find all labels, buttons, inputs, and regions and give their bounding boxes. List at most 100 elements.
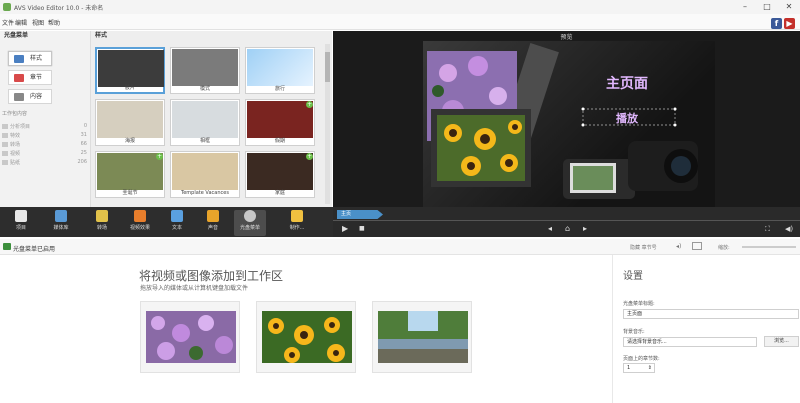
tree-item[interactable]: 分析项目 0 [2,123,88,131]
menu-edit[interactable]: 编辑 [15,18,27,27]
menu-view[interactable]: 视图 [32,18,44,27]
minimize-button[interactable]: – [740,2,750,12]
folder-icon [2,133,8,138]
timeline-track[interactable] [333,220,800,221]
disc-menu-status: 光盘菜单已启用 [13,246,56,253]
browse-button[interactable]: 浏览... [764,336,799,347]
tool-disc-menu[interactable]: 光盘菜单 [234,210,266,236]
disc-menu-bar: 光盘菜单已启用 隐藏 章节号 ◂) 缩放: [0,239,800,255]
style-thumb[interactable]: + 假期 [245,99,315,146]
bg-music-input[interactable]: 请选择背景音乐... [623,337,757,347]
preview-play-button[interactable]: 播放 [616,110,638,126]
style-thumb-label: 家庭 [274,190,285,196]
zoom-label: 缩放: [718,245,730,251]
style-thumb-image [247,49,313,86]
preview-main-title[interactable]: 主页面 [606,73,648,93]
tool-video-effects[interactable]: 视频效果 [127,210,153,236]
style-thumb[interactable]: 相框 [170,99,240,146]
style-thumb-label: 海报 [124,138,135,144]
tree-item[interactable]: 特效 31 [2,132,88,140]
style-thumb[interactable]: Template Vacances [170,151,240,198]
media-thumbnail-river [378,311,468,363]
app-icon [3,3,11,11]
tree-item[interactable]: 贴纸 206 [2,159,88,167]
close-button[interactable]: ✕ [784,2,794,12]
media-dropzone[interactable]: 将视频或图像添加到工作区 拖放导入的媒体或从计算机键盘加载文件 [0,255,611,403]
nav-content-label: 内容 [30,93,43,100]
nav-chapters-button[interactable]: 章节 [8,70,52,85]
tool-media-library[interactable]: 媒体库 [48,210,74,236]
style-thumb-image [172,101,238,138]
window-title: AVS Video Editor 10.0 - 未命名 [14,5,104,12]
menu-file[interactable]: 文件 [2,18,14,27]
stop-icon[interactable]: ■ [359,225,365,233]
next-icon[interactable]: ▸ [583,225,587,233]
chapters-per-page-stepper[interactable]: 1 ⇕ [623,363,655,373]
media-item[interactable] [256,301,356,373]
fullscreen-icon[interactable]: ⛶ [765,225,770,233]
style-thumb-label: 胶片 [124,85,135,91]
dropzone-subtitle: 拖放导入的媒体或从计算机键盘加载文件 [140,285,249,292]
transition-icon [96,210,108,222]
tool-text[interactable]: 文本 [164,210,190,236]
home-icon[interactable]: ⌂ [565,225,570,233]
bg-music-label: 背景音乐: [623,329,645,335]
tool-project[interactable]: 项目 [8,210,34,236]
nav-content-button[interactable]: 内容 [8,89,52,104]
style-thumb[interactable]: 旅行 [245,47,315,94]
clapper-icon [15,210,27,222]
nav-styles-button[interactable]: 样式 [8,51,52,66]
style-thumb-label: Template Vacances [181,190,229,196]
tool-produce[interactable]: 制作... [280,210,314,236]
style-thumb-image [97,153,163,190]
scroll-thumb[interactable] [325,52,330,82]
tool-audio[interactable]: 声音 [200,210,226,236]
maximize-button[interactable]: □ [762,2,772,12]
nav-chapters-label: 章节 [30,74,43,81]
chapters-per-page-label: 页面上的章节数: [623,356,660,362]
styles-panel: 样式 胶片 模式 旅行 海报 相框 + 假期 + 圣诞节 Template Va… [91,31,332,207]
tool-label: 项目 [15,225,26,231]
tree-item-count: 31 [80,132,87,138]
styles-scrollbar[interactable] [325,44,330,204]
playback-bar: 主页 ▶ ■ ◂ ⌂ ▸ ⛶ ◀) [333,207,800,237]
left-nav-panel: 光盘菜单 样式 章节 内容 工作包内容 分析项目 0 特效 31 转场 66 视频 25… [0,31,91,207]
tool-transitions[interactable]: 转场 [89,210,115,236]
facebook-icon[interactable]: f [771,18,782,29]
play-icon[interactable]: ▶ [342,225,348,233]
style-thumb[interactable]: 胶片 [95,47,165,94]
stepper-arrows-icon[interactable]: ⇕ [648,364,652,372]
tree-section-header: 工作包内容 [2,111,28,117]
tree-item-label: 贴纸 [10,160,21,166]
tree-item[interactable]: 转场 66 [2,141,88,149]
menu-help[interactable]: 帮助 [48,18,60,27]
style-thumb[interactable]: + 圣诞节 [95,151,165,198]
tree-item-label: 视频 [10,151,21,157]
tool-label: 制作... [289,225,305,231]
style-thumb[interactable]: 模式 [170,47,240,94]
styles-panel-header: 样式 [95,32,108,39]
style-thumb-image [97,101,163,138]
zoom-slider[interactable] [742,246,796,248]
prev-icon[interactable]: ◂ [548,225,552,233]
media-item[interactable] [140,301,240,373]
aspect-icon[interactable] [692,242,702,250]
preview-frame: 主页面 播放 [423,41,715,207]
audio-icon[interactable]: ◂) [676,243,681,250]
menu-title-input[interactable]: 主页面 [623,309,799,319]
youtube-icon[interactable]: ▶ [784,18,795,29]
tool-label: 媒体库 [53,225,69,231]
media-thumbnail-flowers [146,311,236,363]
preview-panel: 预览 主页面 播放 [333,31,800,207]
hide-chapters-toggle[interactable]: 隐藏 章节号 [630,244,657,251]
tree-item[interactable]: 视频 25 [2,150,88,158]
style-thumb[interactable]: 海报 [95,99,165,146]
plus-icon: + [156,153,163,160]
media-item[interactable] [372,301,472,373]
tool-label: 转场 [96,225,107,231]
content-icon [14,93,24,101]
chapter-chip[interactable]: 主页 [337,210,383,219]
effects-icon [134,210,146,222]
volume-icon[interactable]: ◀) [785,225,793,233]
style-thumb[interactable]: + 家庭 [245,151,315,198]
